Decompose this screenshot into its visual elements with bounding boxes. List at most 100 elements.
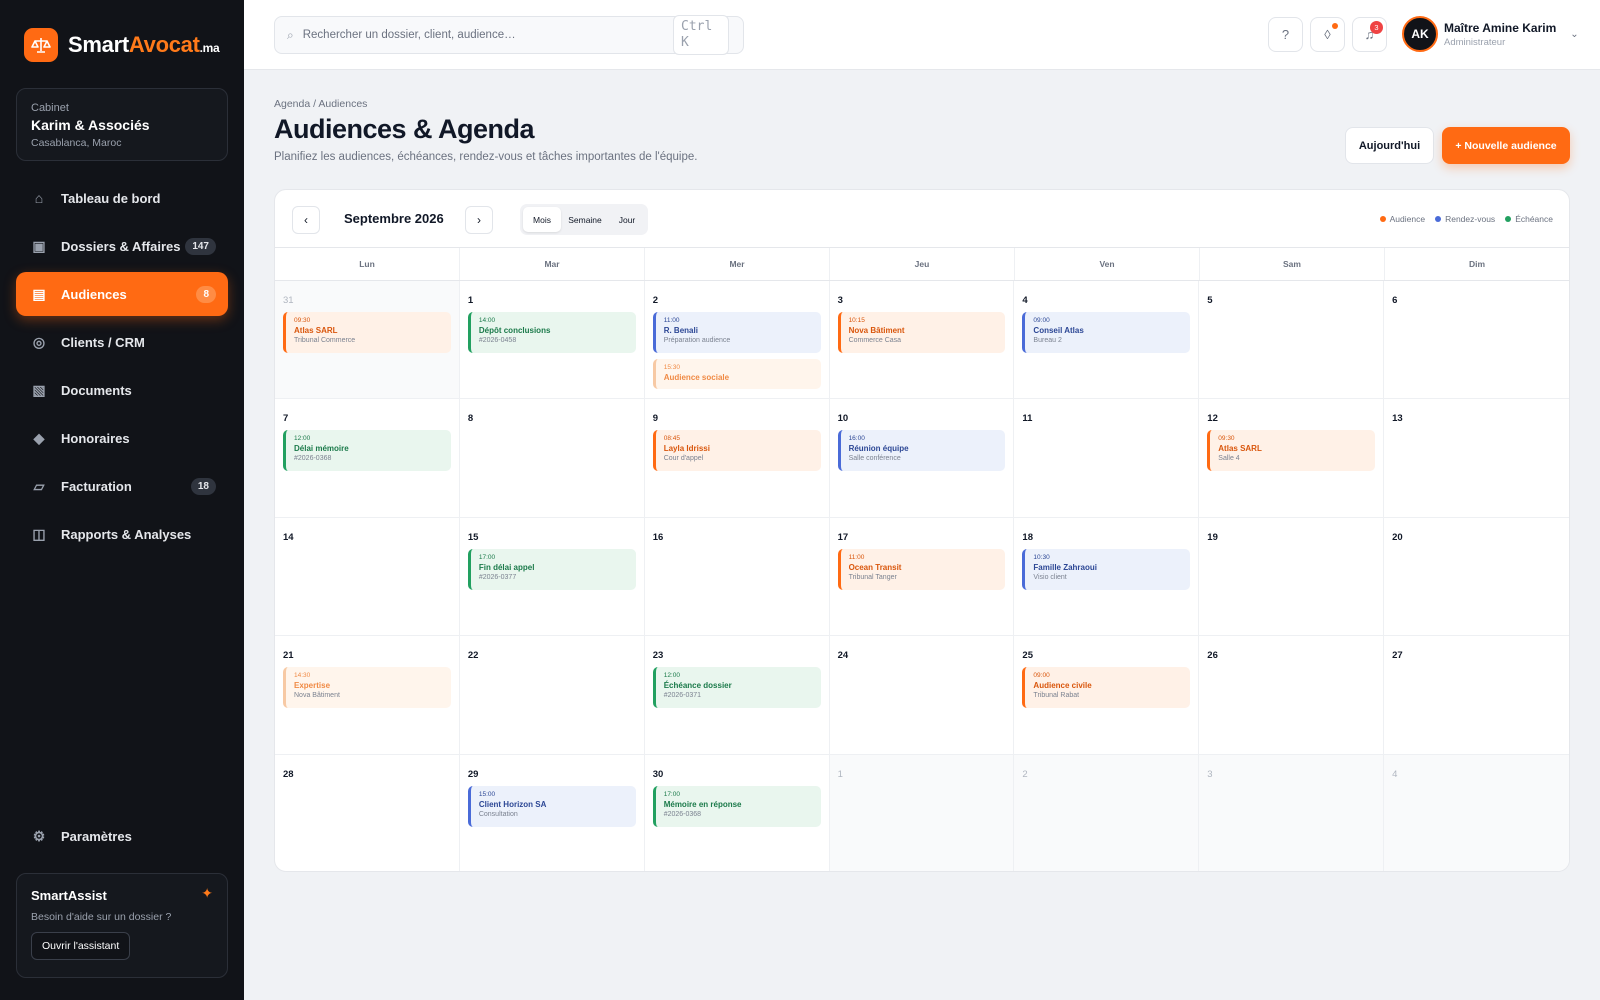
day-cell[interactable]: 13	[1384, 399, 1569, 518]
day-cell[interactable]: 22	[459, 636, 645, 755]
day-cell[interactable]: 2 11:00 R. Benali Préparation audience 15:30…	[644, 281, 830, 400]
day-cell[interactable]: 9 08:45 Layla Idrissi Cour d'appel	[644, 399, 830, 518]
search-box: ⌕ Ctrl K	[274, 15, 744, 55]
day-number: 7	[283, 413, 289, 425]
sidebar-item-label: Paramètres	[61, 828, 132, 844]
day-number: 17	[837, 531, 849, 543]
open-assistant-button[interactable]: Ouvrir l'assistant	[31, 932, 131, 960]
day-cell[interactable]: 31 09:30 Atlas SARL Tribunal Commerce	[275, 281, 460, 400]
calendar-event[interactable]: 09:00 Audience civile Tribunal Rabat	[1022, 667, 1191, 709]
brand-logo[interactable]: SmartAvocat.ma	[24, 28, 220, 62]
day-cell[interactable]: 14	[275, 517, 460, 637]
sidebar-item-clients[interactable]: ◎ Clients / CRM	[16, 320, 228, 364]
next-month-button[interactable]: ›	[465, 206, 493, 234]
day-cell[interactable]: 1 14:00 Dépôt conclusions #2026-0458	[459, 281, 645, 400]
day-cell[interactable]: 24	[829, 636, 1015, 755]
day-cell[interactable]: 28	[275, 754, 460, 871]
help-icon: ?	[1281, 27, 1290, 42]
cabinet-label: Cabinet	[31, 102, 69, 114]
day-cell[interactable]: 23 12:00 Échéance dossier #2026-0371	[644, 636, 830, 755]
tab-mois[interactable]: Mois	[523, 207, 561, 232]
calendar-event[interactable]: 09:00 Conseil Atlas Bureau 2	[1022, 312, 1191, 353]
event-time: 09:30	[1218, 435, 1235, 443]
calendar-event[interactable]: 10:30 Famille Zahraoui Visio client	[1022, 548, 1191, 590]
day-cell[interactable]: 21 14:30 Expertise Nova Bâtiment	[275, 636, 460, 755]
calendar-event[interactable]: 11:00 R. Benali Préparation audience	[652, 312, 821, 353]
day-cell[interactable]: 15 17:00 Fin délai appel #2026-0377	[459, 517, 645, 637]
day-cell[interactable]: 17 11:00 Ocean Transit Tribunal Tanger	[829, 517, 1015, 637]
calendar-event[interactable]: 17:00 Mémoire en réponse #2026-0368	[652, 785, 821, 827]
event-subtitle: Bureau 2	[1033, 337, 1062, 344]
event-title: Fin délai appel	[478, 562, 535, 572]
tab-jour[interactable]: Jour	[609, 207, 645, 232]
event-title: Ocean Transit	[848, 562, 902, 572]
fees-icon: ◆	[33, 429, 45, 446]
day-cell[interactable]: 18 10:30 Famille Zahraoui Visio client	[1014, 517, 1200, 637]
event-time: 11:00	[848, 553, 865, 561]
day-cell[interactable]: 19	[1199, 517, 1385, 637]
event-time: 09:00	[1033, 672, 1050, 680]
day-cell[interactable]: 3	[1199, 754, 1385, 871]
day-cell[interactable]: 4	[1384, 754, 1569, 871]
calendar-event[interactable]: 15:00 Client Horizon SA Consultation	[467, 785, 636, 827]
day-cell[interactable]: 16	[644, 517, 830, 637]
calendar-event[interactable]: 10:15 Nova Bâtiment Commerce Casa	[837, 312, 1006, 353]
event-title: Audience sociale	[663, 373, 730, 382]
day-cell[interactable]: 10 16:00 Réunion équipe Salle conférence	[829, 399, 1015, 518]
calendar-event[interactable]: 14:30 Expertise Nova Bâtiment	[283, 667, 451, 709]
calendar-event[interactable]: 15:30 Audience sociale	[652, 359, 821, 389]
calendar-event[interactable]: 16:00 Réunion équipe Salle conférence	[837, 430, 1006, 472]
calendar-toolbar: ‹ Septembre 2026 › Mois Semaine Jour Audie…	[275, 190, 1569, 248]
event-title: Audience civile	[1033, 681, 1092, 691]
day-cell[interactable]: 25 09:00 Audience civile Tribunal Rabat	[1014, 636, 1200, 755]
notifications-button[interactable]: ♫ 3	[1352, 17, 1387, 52]
tab-semaine[interactable]: Semaine	[561, 207, 609, 232]
day-cell[interactable]: 7 12:00 Délai mémoire #2026-0368	[275, 399, 460, 518]
sidebar-item-facturation[interactable]: ▱ Facturation 18	[16, 464, 228, 508]
day-cell[interactable]: 4 09:00 Conseil Atlas Bureau 2	[1014, 281, 1200, 400]
today-button[interactable]: Aujourd'hui	[1345, 127, 1434, 164]
day-cell[interactable]: 27	[1384, 636, 1569, 755]
day-cell[interactable]: 26	[1199, 636, 1385, 755]
day-cell[interactable]: 20	[1384, 518, 1569, 637]
calendar-event[interactable]: 17:00 Fin délai appel #2026-0377	[467, 548, 636, 590]
day-cell[interactable]: 2	[1014, 754, 1200, 871]
day-cell[interactable]: 12 09:30 Atlas SARL Salle 4	[1199, 399, 1385, 518]
day-cell[interactable]: 3 10:15 Nova Bâtiment Commerce Casa	[829, 281, 1015, 400]
day-cell[interactable]: 6	[1384, 281, 1569, 400]
new-hearing-button[interactable]: + Nouvelle audience	[1442, 127, 1570, 164]
sidebar-item-dashboard[interactable]: ⌂ Tableau de bord	[16, 176, 228, 220]
calendar-event[interactable]: 11:00 Ocean Transit Tribunal Tanger	[837, 548, 1006, 590]
weekday-label: Sam	[1200, 248, 1385, 280]
day-cell[interactable]: 5	[1199, 281, 1385, 400]
user-name: Maître Amine Karim	[1444, 20, 1557, 35]
previous-month-button[interactable]: ‹	[292, 206, 320, 234]
day-cell[interactable]: 8	[459, 399, 645, 518]
calendar-event[interactable]: 12:00 Échéance dossier #2026-0371	[652, 667, 821, 709]
sidebar-item-label: Rapports & Analyses	[61, 526, 192, 542]
sidebar-item-rapports[interactable]: ◫ Rapports & Analyses	[16, 512, 228, 556]
cabinet-card[interactable]: Cabinet Karim & Associés Casablanca, Mar…	[16, 88, 228, 161]
sidebar-item-documents[interactable]: ▧ Documents	[16, 368, 228, 412]
sidebar-item-settings[interactable]: ⚙ Paramètres	[16, 814, 228, 858]
sidebar-item-dossiers[interactable]: ▣ Dossiers & Affaires 147	[16, 224, 228, 268]
calendar-event[interactable]: 09:30 Atlas SARL Tribunal Commerce	[283, 312, 451, 353]
sidebar-item-honoraires[interactable]: ◆ Honoraires	[16, 416, 228, 460]
calendar-event[interactable]: 14:00 Dépôt conclusions #2026-0458	[467, 312, 636, 353]
calendar-event[interactable]: 09:30 Atlas SARL Salle 4	[1207, 430, 1376, 472]
chevron-down-icon: ⌄	[1570, 28, 1579, 40]
event-title: Nova Bâtiment	[848, 326, 905, 335]
day-cell[interactable]: 11	[1014, 399, 1200, 518]
month-label: Septembre 2026	[344, 211, 444, 226]
day-cell[interactable]: 29 15:00 Client Horizon SA Consultation	[460, 754, 645, 871]
day-cell[interactable]: 1	[829, 754, 1015, 871]
calendar-event[interactable]: 12:00 Délai mémoire #2026-0368	[283, 430, 451, 472]
day-number: 1	[837, 768, 843, 780]
help-button[interactable]: ?	[1268, 17, 1303, 52]
sidebar-item-audiences[interactable]: ▤ Audiences 8	[16, 272, 228, 316]
user-menu[interactable]: AK Maître Amine Karim Administrateur ⌄	[1402, 16, 1579, 52]
activity-button[interactable]: ◊	[1310, 17, 1345, 52]
calendar-event[interactable]: 08:45 Layla Idrissi Cour d'appel	[652, 430, 821, 472]
legend-item: Rendez-vous	[1435, 214, 1495, 224]
day-cell[interactable]: 30 17:00 Mémoire en réponse #2026-0368	[645, 754, 830, 871]
